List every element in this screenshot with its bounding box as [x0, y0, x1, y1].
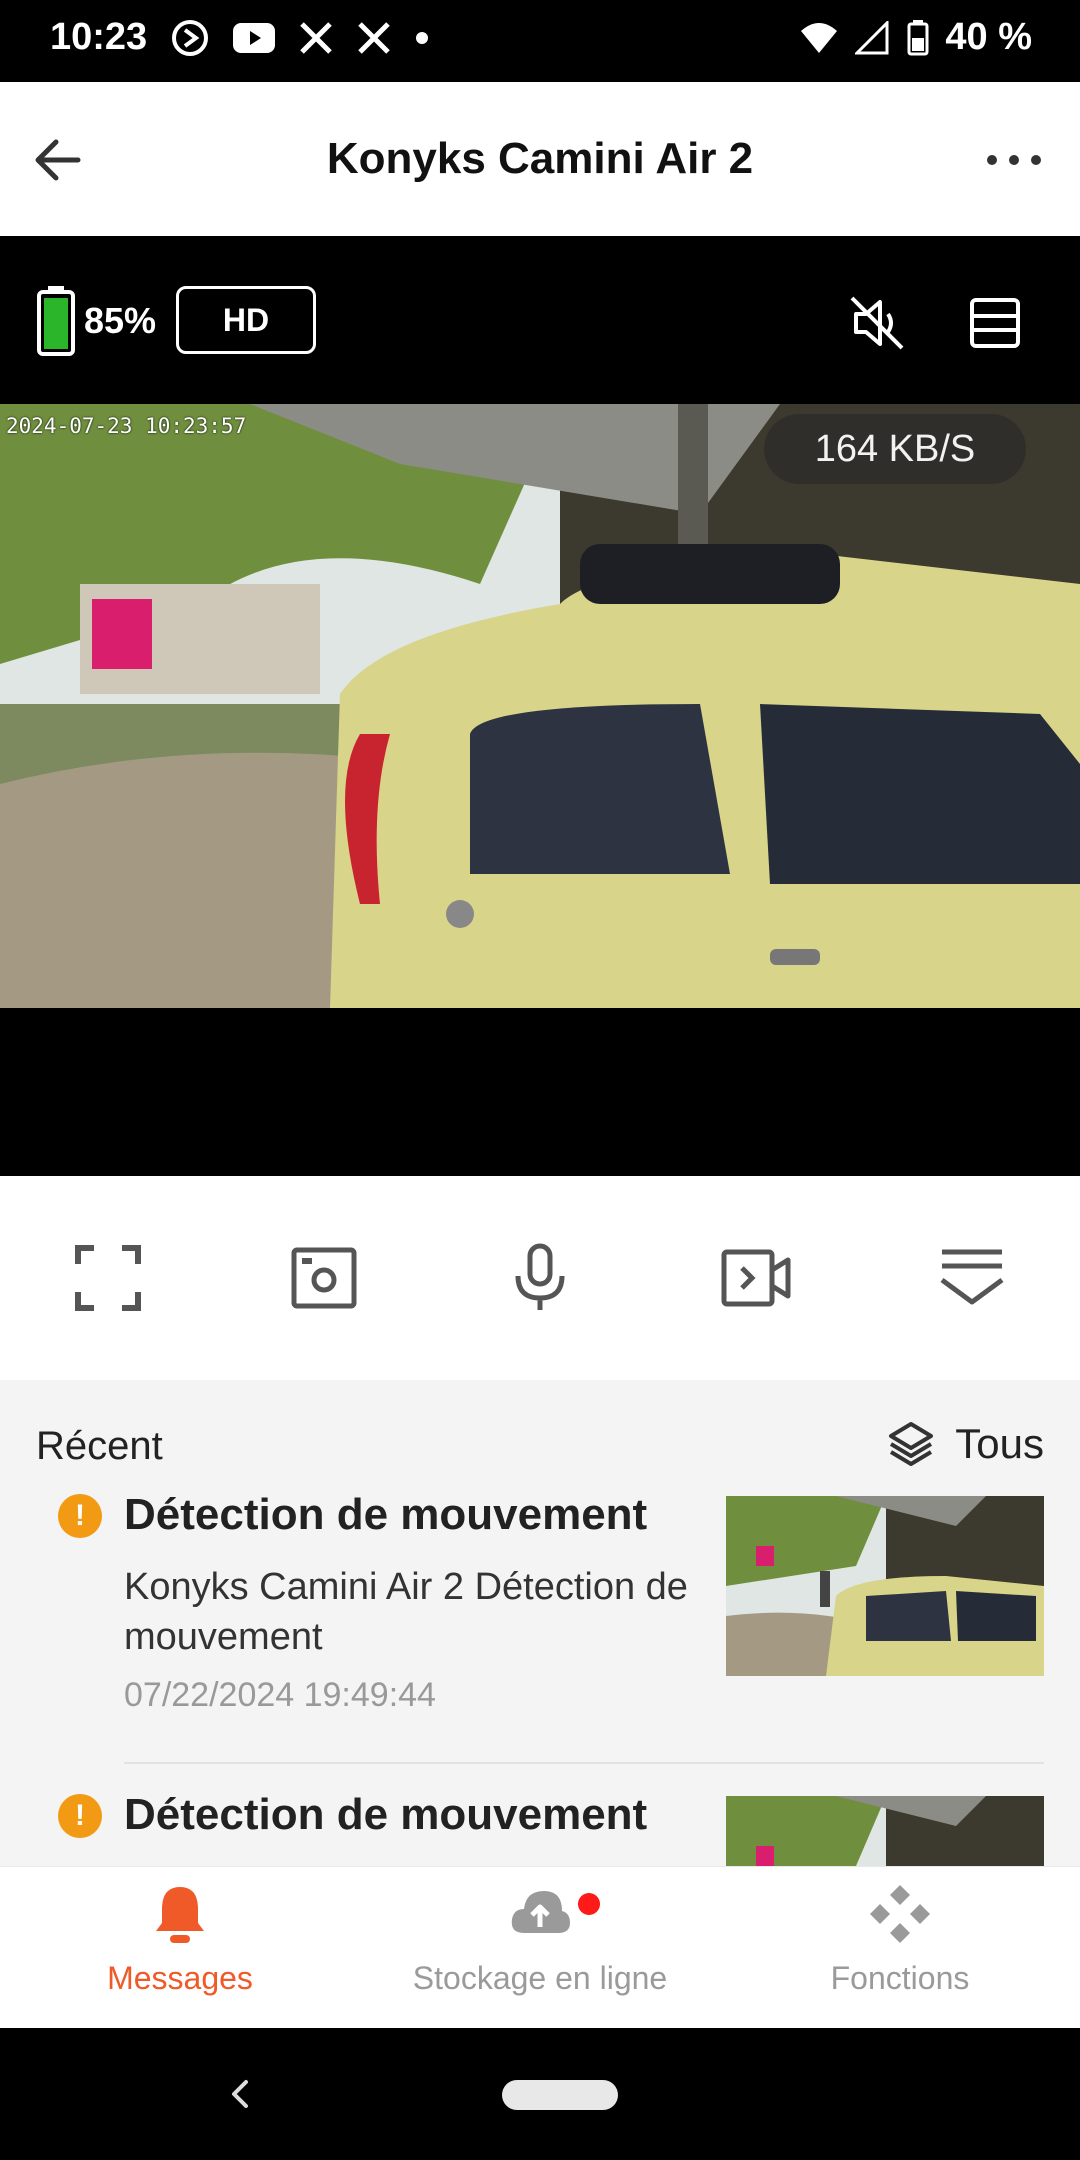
- battery-icon: [907, 19, 929, 56]
- more-options-icon[interactable]: [984, 140, 1044, 180]
- event-title: Détection de mouvement: [124, 1490, 648, 1539]
- record-video-icon[interactable]: [720, 1242, 792, 1314]
- notification-badge: [578, 1893, 600, 1915]
- cloud-upload-icon: [508, 1883, 572, 1945]
- battery-percent: 40 %: [945, 16, 1032, 58]
- wifi-icon: [799, 21, 839, 55]
- fullscreen-icon[interactable]: [72, 1242, 144, 1314]
- layout-icon[interactable]: [966, 294, 1024, 352]
- quality-toggle-button[interactable]: HD: [176, 286, 316, 354]
- camera-controls: [0, 1176, 1080, 1380]
- warning-icon: !: [58, 1794, 102, 1838]
- camera-battery-level: 85%: [84, 300, 157, 341]
- event-divider: [124, 1762, 1044, 1764]
- status-time: 10:23: [50, 16, 148, 58]
- recent-events-panel: Récent Tous ! Détection de mouvement Kon…: [0, 1380, 1080, 1866]
- speaker-mute-icon[interactable]: [848, 294, 906, 352]
- tab-functions-label: Fonctions: [830, 1960, 970, 1996]
- bitrate-indicator: 164 KB/S: [764, 414, 1026, 484]
- camera-toolbar: 85% HD: [0, 236, 1080, 404]
- functions-grid-icon: [869, 1883, 931, 1945]
- event-description: Konyks Camini Air 2 Détection de mouveme…: [124, 1566, 688, 1658]
- filter-label: Tous: [955, 1420, 1044, 1467]
- tab-functions[interactable]: Fonctions: [750, 1883, 1050, 1997]
- bottom-navigation: Messages Stockage en ligne Fonctions: [0, 1866, 1080, 2029]
- event-thumbnail[interactable]: [726, 1496, 1044, 1676]
- live-video-feed[interactable]: 2024-07-23 10:23:57 164 KB/S: [0, 404, 1080, 1008]
- page-title: Konyks Camini Air 2: [326, 134, 754, 183]
- filter-all-button[interactable]: Tous: [887, 1420, 1044, 1468]
- event-time: 07/22/2024 19:49:44: [124, 1676, 436, 1714]
- tab-storage-label: Stockage en ligne: [412, 1960, 668, 1996]
- layers-icon: [887, 1420, 935, 1468]
- bell-icon: [150, 1883, 210, 1945]
- event-title: Détection de mouvement: [124, 1790, 648, 1839]
- app-bar: Konyks Camini Air 2: [0, 82, 1080, 236]
- youtube-icon: [232, 21, 276, 55]
- x-icon-2: [356, 20, 392, 56]
- microphone-icon[interactable]: [504, 1242, 576, 1314]
- video-letterbox: [0, 1008, 1080, 1176]
- camera-battery: 85%: [36, 286, 156, 356]
- tab-storage[interactable]: Stockage en ligne: [390, 1883, 690, 1997]
- system-back-icon[interactable]: [222, 2076, 258, 2112]
- warning-icon: !: [58, 1494, 102, 1538]
- expand-menu-icon[interactable]: [936, 1242, 1008, 1314]
- status-bar: 10:23 40 %: [0, 0, 1080, 82]
- system-navigation: [0, 2028, 1080, 2160]
- x-icon: [298, 20, 334, 56]
- video-timestamp: 2024-07-23 10:23:57: [6, 414, 247, 438]
- recent-label: Récent: [36, 1424, 163, 1468]
- status-right: 40 %: [799, 16, 1032, 59]
- tab-messages-label: Messages: [107, 1960, 253, 1996]
- video-scene: [0, 404, 1080, 1008]
- more-notifications-icon: [414, 30, 430, 46]
- system-home-pill[interactable]: [502, 2080, 618, 2110]
- signal-icon: [855, 20, 891, 55]
- tab-messages[interactable]: Messages: [30, 1883, 330, 1997]
- app-notification-icon: [170, 18, 210, 58]
- event-thumbnail[interactable]: [726, 1796, 1044, 1866]
- snapshot-icon[interactable]: [288, 1242, 360, 1314]
- notification-icons: [170, 18, 430, 58]
- camera-battery-icon: [36, 286, 76, 356]
